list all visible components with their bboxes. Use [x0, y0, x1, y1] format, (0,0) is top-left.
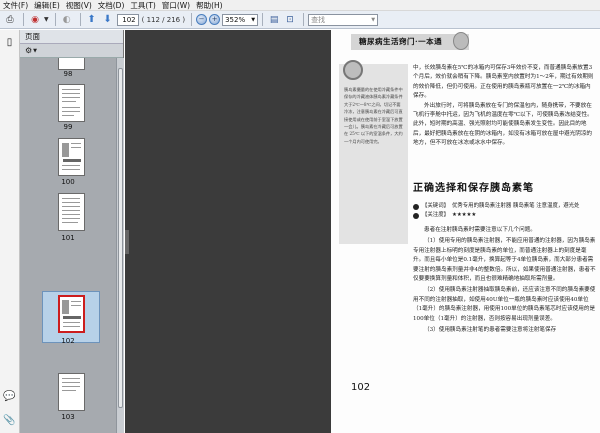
thumbnail-scrollbar[interactable]: [116, 58, 124, 433]
paragraph: （2）使用胰岛素注射器抽取胰岛素前，还应该注意不同的胰岛素要使用不同的注射器抽取…: [413, 287, 596, 322]
menu-document[interactable]: 文档(D): [97, 0, 130, 11]
pages-panel-icon[interactable]: ▯: [3, 36, 16, 49]
menu-bar: 文件(F) 编辑(E) 视图(V) 文档(D) 工具(T) 窗口(W) 帮助(H…: [0, 0, 600, 11]
zoom-level-value: 352%: [225, 15, 246, 24]
export-dropdown-icon[interactable]: ▼: [44, 13, 49, 27]
page-number: 102: [351, 382, 371, 393]
menu-tools[interactable]: 工具(T): [129, 0, 160, 11]
zoom-in-icon[interactable]: +: [209, 14, 221, 25]
menu-help[interactable]: 帮助(H): [195, 0, 228, 11]
header-decoration-icon: [453, 32, 469, 50]
menu-view[interactable]: 视图(V): [65, 0, 97, 11]
chevron-down-icon[interactable]: ▼: [33, 48, 37, 54]
zoom-level-field[interactable]: 352% ▼: [222, 13, 259, 26]
search-placeholder: 查找: [311, 15, 326, 24]
menu-edit[interactable]: 编辑(E): [33, 0, 65, 11]
sidebar-note-box: 胰岛素摄量的在使用冷藏条件中保存的冷藏液体胰岛素冷藏条件大于2℃一8℃之间，切记…: [339, 60, 408, 244]
paragraph: （1）使用专用的胰岛素注射器，不能应用普通的注射器，因为胰岛素专用注射器上标明的…: [413, 238, 596, 283]
importance-stars: ★★★★★: [452, 212, 477, 218]
paragraph: 中，长效胰岛素在5℃的冰箱内可保存3年效价不变，而普通胰岛素放置3个月后，效价就…: [413, 65, 594, 100]
keywords-value: 优秀专用的胰岛素注射器 胰岛素笔 注意温度，避光处: [452, 203, 580, 209]
page-down-icon[interactable]: ⬇: [101, 13, 115, 27]
thumbnail-label: 98: [63, 70, 73, 78]
panel-header: 页面: [20, 30, 123, 44]
zoom-out-icon[interactable]: −: [196, 14, 208, 25]
toolbar-separator: [54, 13, 56, 26]
page-thumbnail[interactable]: [58, 373, 85, 411]
sidebar-note-text: 胰岛素摄量的在使用冷藏条件中保存的冷藏液体胰岛素冷藏条件大于2℃一8℃之间，切记…: [344, 87, 403, 144]
importance-label: 【关注度】: [422, 212, 449, 218]
page-thumbnail[interactable]: [58, 84, 85, 122]
thumbnail-label: 99: [63, 123, 73, 131]
page-total-label: ( 112 / 216 ): [141, 15, 186, 24]
document-page: 糖尿病生活窍门·一本通 胰岛素摄量的在使用冷藏条件中保存的冷藏液体胰岛素冷藏条件…: [331, 30, 600, 433]
thumbnail-label: 102: [61, 337, 75, 345]
paragraph: 患者在注射胰岛素时需要注意以下几个问题。: [424, 227, 536, 233]
keywords-row: 【关键词】 优秀专用的胰岛素注射器 胰岛素笔 注意温度，避光处: [413, 202, 596, 211]
bullet-icon: [413, 212, 419, 219]
thumbnail-label: 103: [61, 413, 75, 421]
thumbnail-list: 98 99 100 101 102 103: [20, 58, 116, 433]
page-thumbnail[interactable]: [58, 193, 85, 231]
toolbar-separator: [262, 13, 264, 26]
scrollbar-thumb[interactable]: [118, 68, 123, 408]
page-header-banner: 糖尿病生活窍门·一本通: [351, 34, 469, 50]
comments-icon[interactable]: 💬: [3, 390, 16, 403]
attachment-icon[interactable]: 📎: [3, 414, 16, 427]
pages-panel: 页面 ⚙ ▼ 98 99 100 101 102 103: [20, 30, 124, 433]
save-icon[interactable]: ▤: [267, 13, 281, 27]
menu-window[interactable]: 窗口(W): [161, 0, 195, 11]
toolbar: ⎙ ◉ ▼ ◐ ⬆ ⬇ 102 ( 112 / 216 ) − + 352% ▼…: [0, 11, 600, 29]
page-thumbnail-current[interactable]: [58, 295, 85, 333]
fit-page-icon[interactable]: ⊡: [283, 13, 297, 27]
toolbar-separator: [23, 13, 24, 26]
keywords-label: 【关键词】: [422, 203, 449, 209]
body-text-bottom: 患者在注射胰岛素时需要注意以下几个问题。 （1）使用专用的胰岛素注射器，不能应用…: [413, 226, 596, 337]
menu-file[interactable]: 文件(F): [2, 0, 33, 11]
toolbar-separator: [79, 13, 81, 26]
back-icon[interactable]: ◐: [60, 13, 74, 27]
print-icon[interactable]: ⎙: [3, 13, 17, 27]
body-text-top: 中，长效胰岛素在5℃的冰箱内可保存3年效价不变，而普通胰岛素放置3个月后，效价就…: [413, 64, 596, 149]
toolbar-separator: [191, 13, 193, 26]
panel-options-bar: ⚙ ▼: [20, 44, 123, 58]
paragraph: （3）使用胰岛素注射笔的患者需要注意将注射笔保存: [424, 327, 557, 334]
panel-resize-handle[interactable]: [125, 230, 129, 254]
panel-title: 页面: [25, 32, 40, 41]
gear-icon[interactable]: ⚙: [25, 46, 32, 55]
navigation-strip: ▯ 💬 📎: [0, 30, 20, 433]
thumbnail-label: 101: [61, 234, 75, 242]
toolbar-separator: [303, 13, 305, 26]
chevron-down-icon: ▼: [251, 16, 256, 23]
export-icon[interactable]: ◉: [28, 13, 42, 27]
note-badge-icon: [343, 60, 363, 80]
bullet-icon: [413, 203, 419, 210]
paragraph: 外出旅行时，可将胰岛素放在专门的保温包内，随身携带，不要放在飞机行李舱中托运，因…: [413, 102, 593, 147]
page-up-icon[interactable]: ⬆: [85, 13, 99, 27]
thumbnail-label: 100: [61, 178, 75, 186]
page-thumbnail[interactable]: [58, 58, 85, 70]
page-thumbnail[interactable]: [58, 138, 85, 176]
page-number-input[interactable]: 102: [116, 13, 139, 26]
search-input[interactable]: 查找 ▼: [308, 13, 379, 26]
importance-row: 【关注度】 ★★★★★: [413, 211, 596, 220]
chevron-down-icon: ▼: [371, 16, 376, 23]
document-background: [125, 30, 331, 433]
section-title: 正确选择和保存胰岛素笔: [413, 183, 534, 194]
